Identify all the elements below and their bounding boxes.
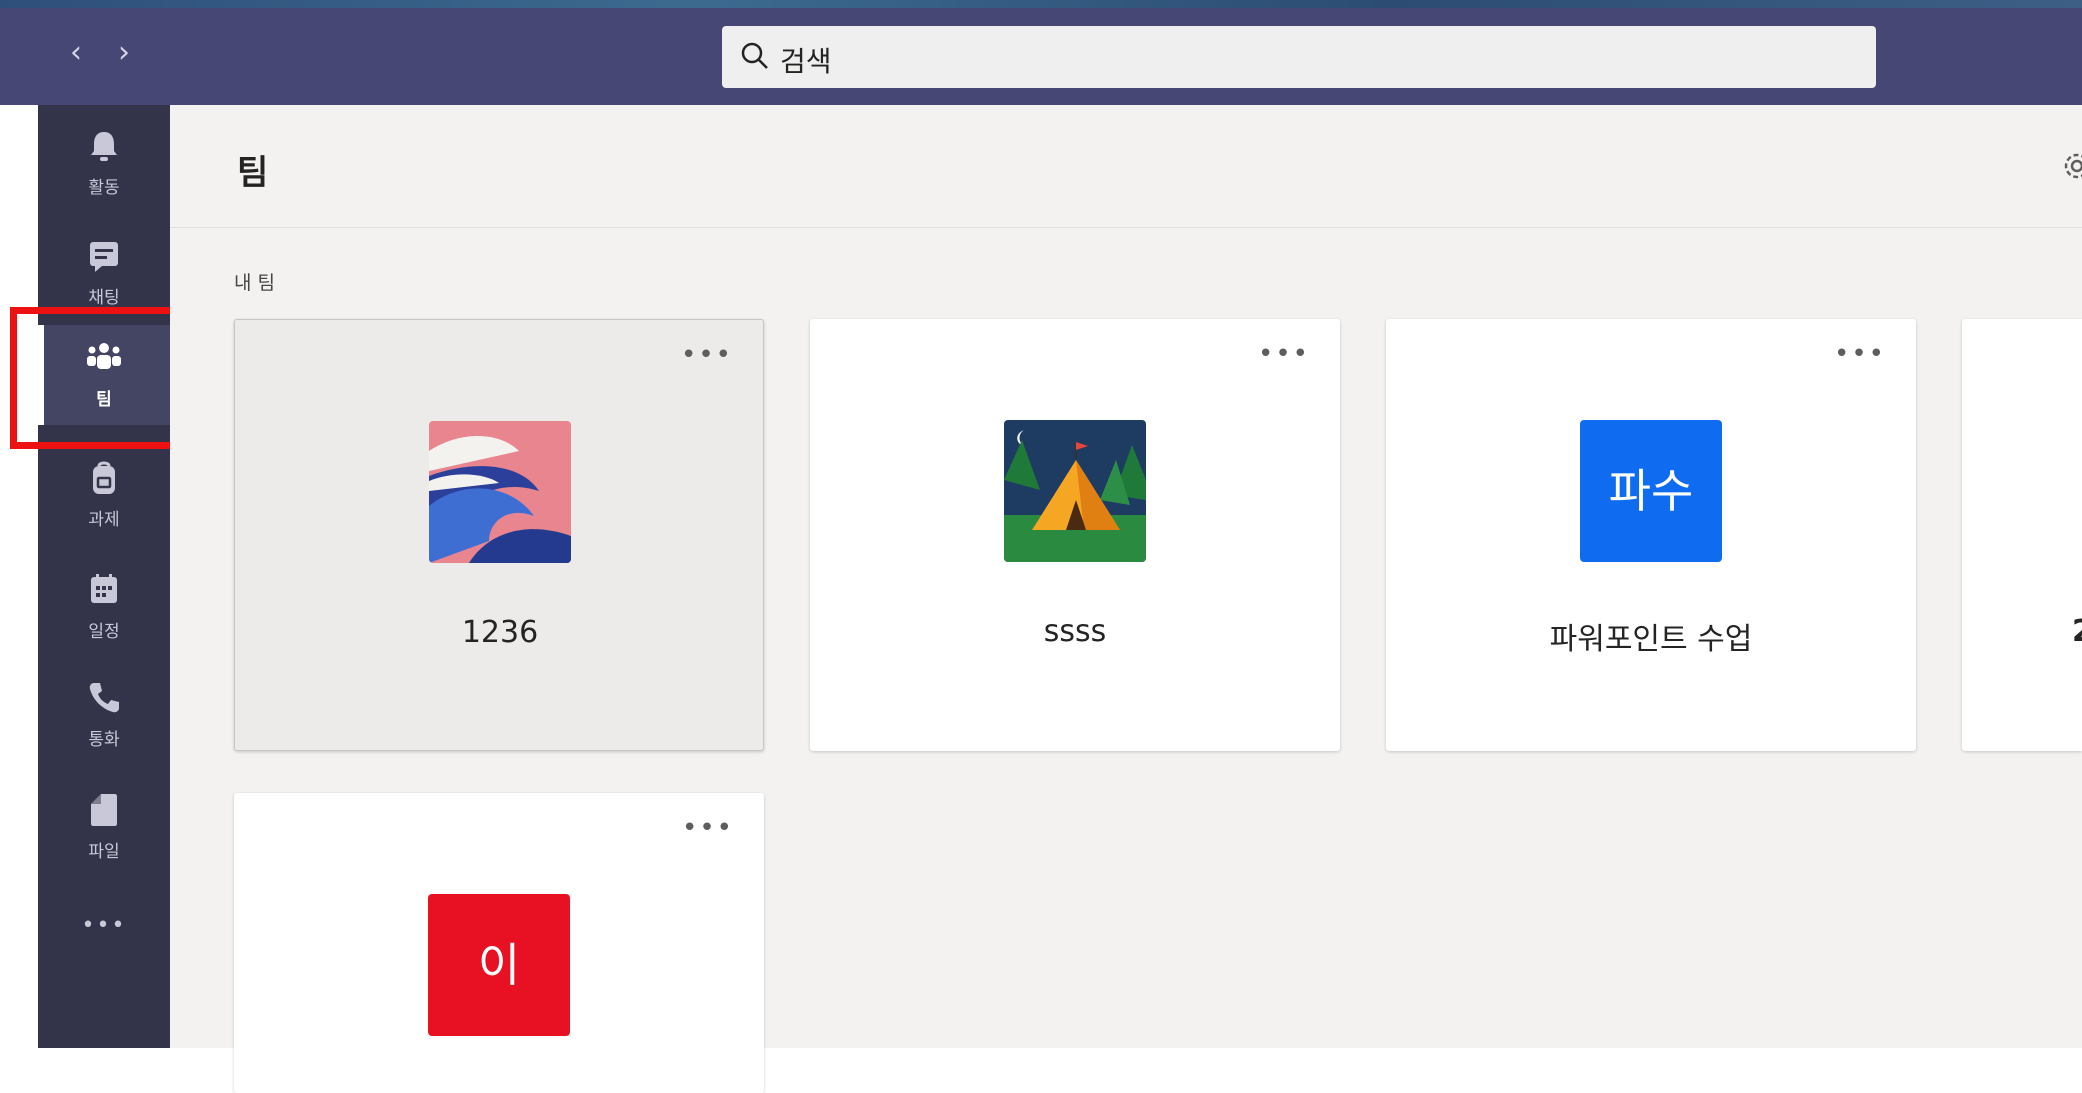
window-top-strip — [0, 0, 2082, 8]
rail-more-apps[interactable]: ••• — [38, 913, 170, 963]
team-avatar: 파수 — [1580, 420, 1722, 562]
highlight-box — [10, 307, 194, 449]
team-avatar — [1004, 420, 1146, 562]
rail-item-activity[interactable]: 활동 — [38, 113, 170, 213]
phone-icon — [89, 683, 119, 713]
chevron-left-icon[interactable]: ‹ — [70, 38, 82, 68]
rail-label: 과제 — [88, 510, 120, 530]
team-card[interactable]: ••• 1236 — [234, 319, 764, 751]
search-input[interactable]: 검색 — [722, 26, 1876, 88]
window-edge — [0, 105, 38, 1048]
team-card[interactable]: ••• 이 — [234, 793, 764, 1093]
gear-icon[interactable] — [2060, 149, 2082, 183]
team-avatar — [429, 421, 571, 563]
wave-image — [429, 421, 571, 563]
rail-label: 일정 — [88, 622, 120, 642]
more-options-icon[interactable]: ••• — [1258, 339, 1310, 369]
rail-label: 통화 — [88, 730, 120, 750]
search-icon — [741, 42, 768, 69]
app-rail: 활동 채팅 팀 과제 일정 통화 파일 ••• — [38, 105, 170, 1048]
team-name: 2 — [2072, 614, 2082, 649]
rail-item-calls[interactable]: 통화 — [38, 665, 170, 765]
page-header: 팀 — [170, 105, 2082, 228]
chevron-right-icon[interactable]: › — [118, 38, 130, 68]
rail-item-files[interactable]: 파일 — [38, 777, 170, 877]
file-icon — [91, 794, 117, 826]
chat-icon — [90, 242, 118, 272]
section-label: 내 팀 — [234, 272, 275, 294]
tent-image — [1004, 420, 1146, 562]
more-options-icon[interactable]: ••• — [681, 340, 733, 370]
rail-item-assignments[interactable]: 과제 — [38, 445, 170, 545]
team-name: 파워포인트 수업 — [1549, 622, 1753, 657]
main-pane: 팀 내 팀 ••• 1236 ••• ssss ••• 파수 파워포인트 수업 … — [170, 105, 2082, 1093]
backpack-icon — [93, 461, 115, 494]
rail-label: 활동 — [88, 178, 120, 198]
search-placeholder: 검색 — [780, 45, 832, 78]
team-card[interactable]: ••• 파수 파워포인트 수업 — [1386, 319, 1916, 751]
more-icon: ••• — [81, 913, 127, 938]
team-name: 1236 — [461, 615, 539, 650]
more-options-icon[interactable]: ••• — [1834, 339, 1886, 369]
avatar-initials: 이 — [428, 894, 570, 1036]
team-name: ssss — [1043, 614, 1107, 649]
more-options-icon[interactable]: ••• — [682, 813, 734, 843]
page-title: 팀 — [237, 153, 269, 193]
team-card[interactable]: 2 — [1962, 319, 2082, 751]
bell-icon — [91, 132, 117, 161]
avatar-initials: 파수 — [1580, 420, 1722, 562]
team-avatar: 이 — [428, 894, 570, 1036]
rail-item-calendar[interactable]: 일정 — [38, 557, 170, 657]
rail-label: 파일 — [88, 842, 120, 862]
team-card[interactable]: ••• ssss — [810, 319, 1340, 751]
calendar-icon — [91, 574, 117, 603]
rail-label: 채팅 — [88, 288, 120, 308]
